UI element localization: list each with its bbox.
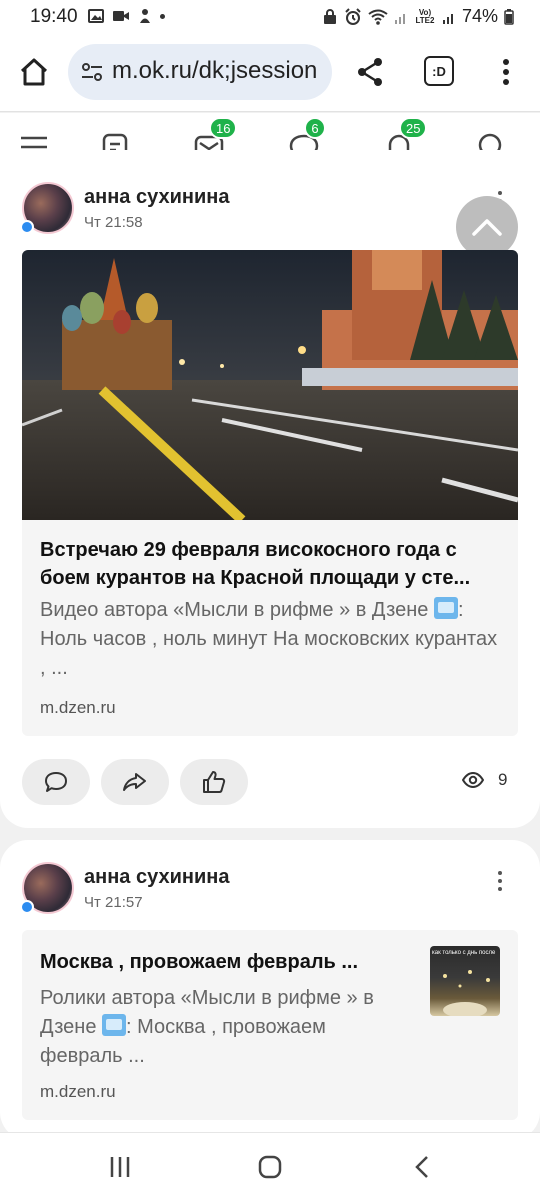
- home-nav-button[interactable]: [250, 1151, 290, 1183]
- tab-switcher-button[interactable]: :D: [424, 56, 454, 86]
- share-icon: [358, 58, 382, 86]
- chevron-up-icon: [472, 219, 502, 236]
- link-preview[interactable]: Москва , провожаем февраль ... Ролики ав…: [22, 930, 518, 1120]
- browser-toolbar: m.ok.ru/dk;jsession :D: [0, 34, 540, 112]
- chevron-left-icon: [415, 1156, 428, 1178]
- link-description-text: Видео автора «Мысли в рифме » в Дзене: [40, 599, 429, 621]
- lock-alarm-icon: [323, 8, 336, 24]
- red-square-photo: [22, 250, 518, 520]
- battery-icon: [504, 8, 514, 25]
- scroll-to-top-button[interactable]: [456, 196, 518, 258]
- link-domain[interactable]: m.dzen.ru: [40, 1082, 116, 1102]
- status-time: 19:40: [30, 6, 78, 27]
- picture-emoji-icon: [433, 597, 458, 619]
- link-title[interactable]: Москва , провожаем февраль ...: [40, 948, 410, 976]
- link-description: Ролики автора «Мысли в рифме » в Дзене :…: [40, 984, 410, 1071]
- notifications-badge: 25: [399, 117, 428, 139]
- more-notifications-dot-icon: [160, 13, 165, 19]
- post-image[interactable]: [22, 250, 518, 520]
- thumbnail-lights: [443, 970, 490, 1016]
- more-vertical-icon: [503, 59, 509, 85]
- status-right-icons: Vo) LTE2 74%: [322, 6, 514, 27]
- link-title[interactable]: Встречаю 29 февраля високосного года с б…: [40, 536, 490, 592]
- comment-button[interactable]: [22, 759, 90, 805]
- messages-badge: 16: [209, 117, 238, 139]
- home-square-icon: [258, 1155, 282, 1179]
- online-indicator: [20, 220, 34, 234]
- back-button[interactable]: [402, 1151, 442, 1183]
- system-navigation-bar: [0, 1132, 540, 1200]
- post-menu-button[interactable]: [490, 866, 510, 896]
- author-name[interactable]: анна сухинина: [84, 186, 229, 209]
- picture-emoji-icon: [102, 1014, 127, 1036]
- eye-icon: [462, 772, 484, 788]
- link-domain[interactable]: m.dzen.ru: [40, 698, 116, 718]
- author-name[interactable]: анна сухинина: [84, 866, 229, 889]
- person-icon: [140, 9, 150, 23]
- tab-switcher-label: :D: [432, 63, 446, 79]
- address-bar[interactable]: m.ok.ru/dk;jsession: [68, 44, 332, 100]
- share-button[interactable]: [350, 52, 390, 92]
- alarm-icon: [345, 7, 361, 25]
- post-header: анна сухинина Чт 21:58: [20, 182, 518, 238]
- link-preview[interactable]: Встречаю 29 февраля високосного года с б…: [22, 250, 518, 736]
- views-count: 9: [498, 770, 508, 789]
- home-icon: [20, 58, 48, 86]
- post-time: Чт 21:58: [84, 214, 143, 231]
- recent-apps-icon: [110, 1157, 130, 1177]
- gallery-icon: [88, 9, 104, 23]
- wifi-icon: [368, 9, 388, 25]
- like-button[interactable]: [180, 759, 248, 805]
- network-type-label: Vo) LTE2: [415, 7, 435, 25]
- reshare-arrow-icon: [123, 773, 146, 791]
- home-button[interactable]: [14, 52, 54, 92]
- post-header: анна сухинина Чт 21:57: [20, 862, 518, 918]
- browser-menu-button[interactable]: [488, 52, 524, 92]
- video-icon: [113, 11, 129, 21]
- signal-icon-2: [442, 13, 453, 24]
- views-counter: 9: [462, 770, 507, 790]
- link-description: Видео автора «Мысли в рифме » в Дзене : …: [40, 596, 500, 683]
- recent-apps-button[interactable]: [100, 1151, 140, 1183]
- online-indicator: [20, 900, 34, 914]
- signal-icon: [394, 13, 405, 24]
- link-thumbnail[interactable]: как только с днь после: [430, 946, 500, 1016]
- thumbs-up-icon: [203, 771, 226, 793]
- status-notification-icons: [88, 8, 165, 24]
- battery-percent: 74%: [461, 6, 498, 26]
- comment-icon: [45, 772, 67, 792]
- discussions-badge: 6: [304, 117, 326, 139]
- site-settings-icon[interactable]: [80, 60, 104, 84]
- status-bar: 19:40 Vo) LTE2 74%: [0, 0, 540, 34]
- reshare-button[interactable]: [101, 759, 169, 805]
- post-time: Чт 21:57: [84, 894, 143, 911]
- address-bar-url: m.ok.ru/dk;jsession: [112, 57, 318, 84]
